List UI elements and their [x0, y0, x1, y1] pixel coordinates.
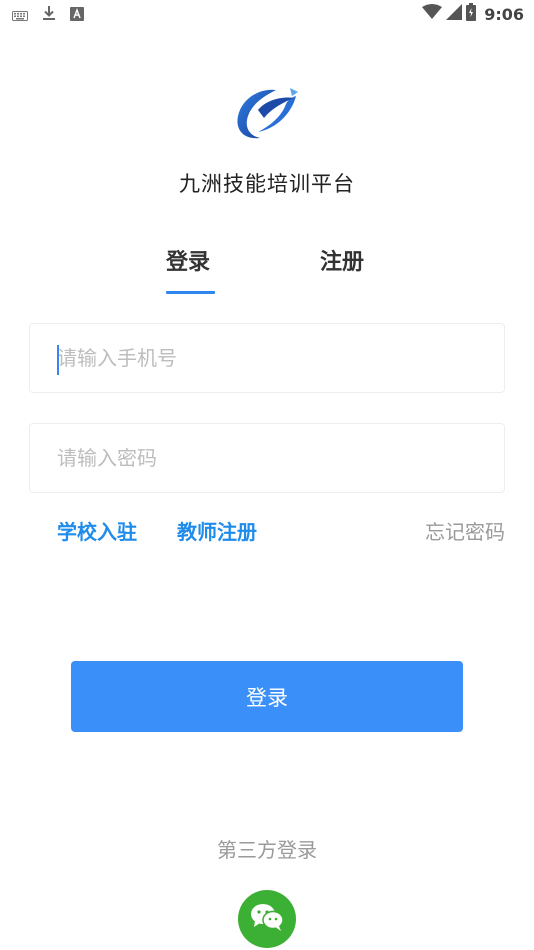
tab-login[interactable]: 登录 [166, 244, 210, 276]
signal-icon [446, 4, 463, 24]
status-bar-right: 9:06 [422, 3, 524, 25]
status-bar-left [12, 5, 84, 25]
phone-input[interactable] [30, 324, 504, 392]
phone-field [29, 323, 505, 393]
download-icon [42, 5, 56, 25]
battery-icon [466, 3, 477, 25]
teacher-register-link[interactable]: 教师注册 [177, 516, 257, 545]
status-bar: 9:06 [0, 0, 534, 28]
wifi-icon [422, 4, 443, 24]
password-field [29, 423, 505, 493]
app-title: 九洲技能培训平台 [179, 172, 355, 196]
login-button[interactable]: 登录 [71, 661, 463, 732]
tab-active-indicator [166, 291, 215, 294]
forgot-password-link[interactable]: 忘记密码 [425, 516, 505, 545]
status-time: 9:06 [484, 4, 524, 24]
third-party-login-title: 第三方登录 [217, 838, 317, 862]
keyboard-icon [12, 6, 28, 25]
a-icon [70, 6, 84, 25]
school-join-link[interactable]: 学校入驻 [57, 516, 137, 545]
text-caret [57, 345, 59, 375]
tab-register[interactable]: 注册 [320, 244, 364, 276]
wechat-icon [249, 902, 285, 936]
logo-icon [230, 86, 302, 142]
wechat-login-button[interactable] [238, 890, 296, 948]
password-input[interactable] [30, 424, 504, 492]
